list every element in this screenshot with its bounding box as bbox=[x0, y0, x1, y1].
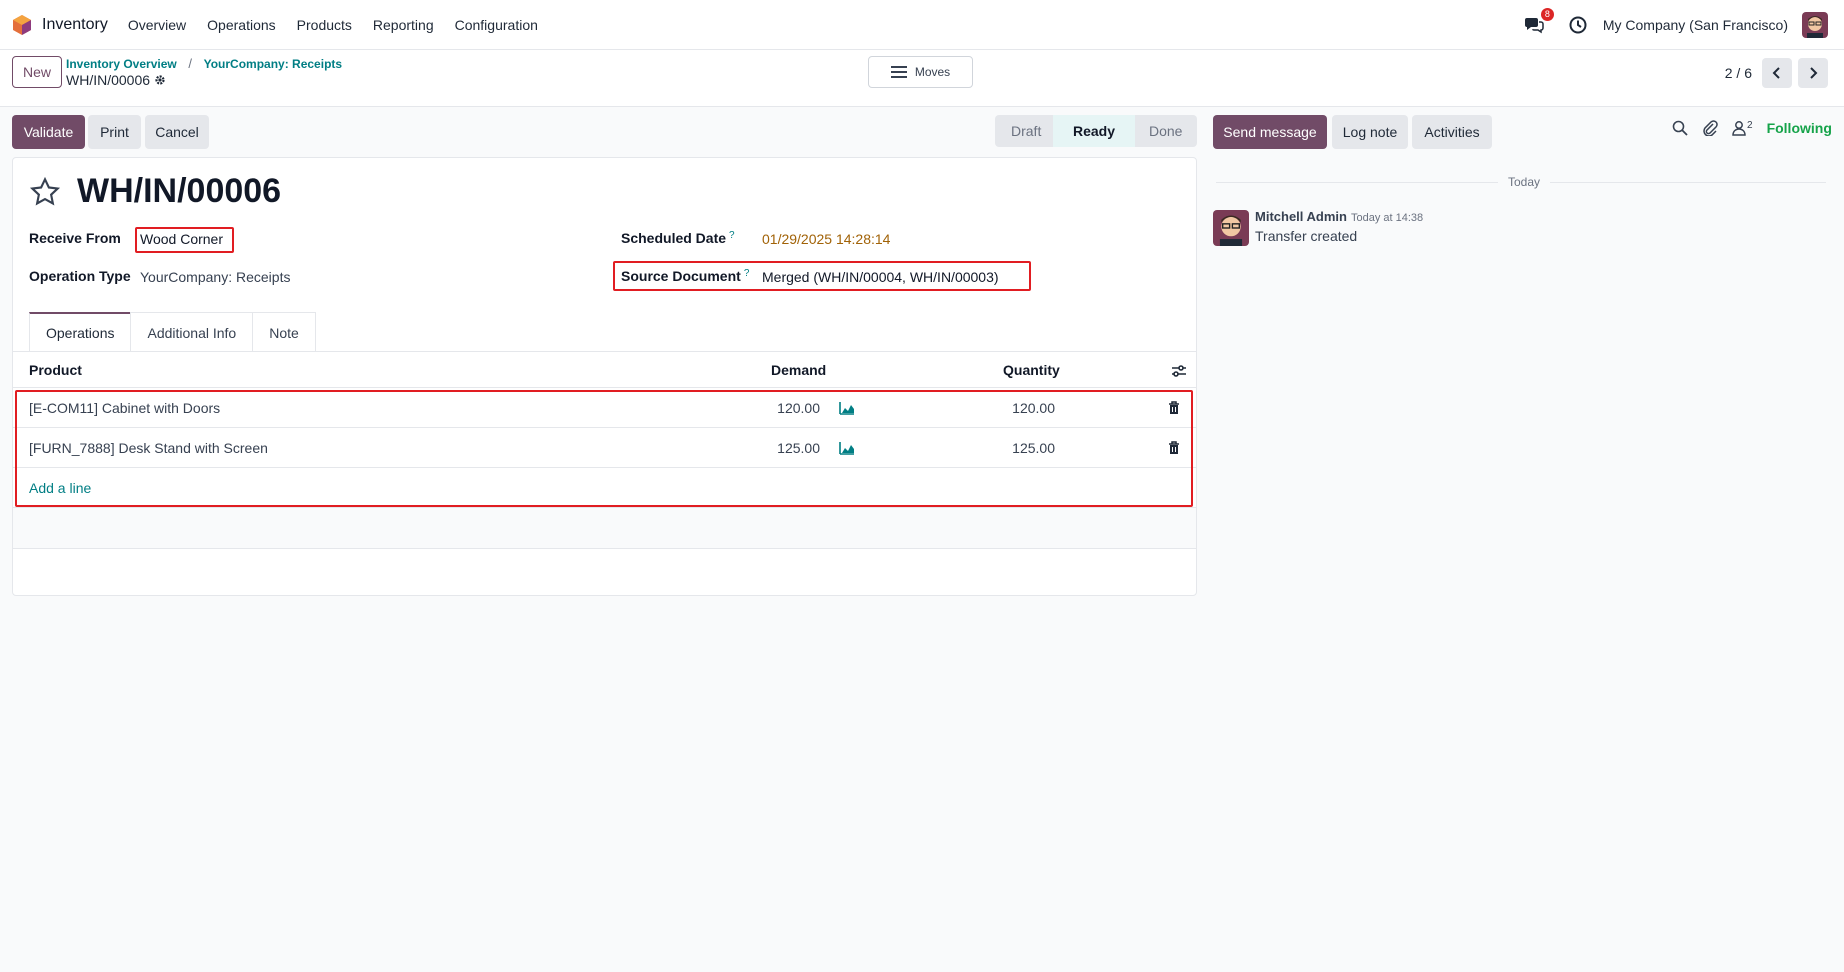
menu-operations[interactable]: Operations bbox=[207, 17, 275, 33]
receive-from-field[interactable]: Wood Corner bbox=[140, 231, 223, 247]
current-record-name: WH/IN/00006 bbox=[66, 72, 151, 88]
app-name[interactable]: Inventory bbox=[42, 16, 108, 34]
table-header: Product Demand Quantity bbox=[13, 352, 1196, 388]
message-author-avatar[interactable] bbox=[1213, 210, 1249, 246]
log-note-button[interactable]: Log note bbox=[1332, 115, 1408, 149]
breadcrumb-separator: / bbox=[188, 56, 192, 71]
activities-button[interactable]: Activities bbox=[1412, 115, 1492, 149]
following-toggle[interactable]: Following bbox=[1767, 120, 1832, 136]
menu-products[interactable]: Products bbox=[297, 17, 352, 33]
message-body: Transfer created bbox=[1255, 228, 1358, 244]
source-document-field[interactable]: Merged (WH/IN/00004, WH/IN/00003) bbox=[762, 269, 999, 285]
receive-from-label: Receive From bbox=[29, 230, 121, 246]
cancel-button[interactable]: Cancel bbox=[145, 115, 209, 149]
table-footer-band bbox=[13, 508, 1196, 548]
form-sheet: WH/IN/00006 Receive From Wood Corner Ope… bbox=[12, 157, 1197, 596]
column-quantity[interactable]: Quantity bbox=[1003, 362, 1060, 378]
record-title: WH/IN/00006 bbox=[77, 172, 282, 210]
pager-previous[interactable] bbox=[1762, 58, 1792, 88]
column-product[interactable]: Product bbox=[29, 362, 82, 378]
pager-value[interactable]: 2 / 6 bbox=[1725, 65, 1752, 81]
clock-icon bbox=[1569, 16, 1587, 34]
source-document-label-text: Source Document bbox=[621, 268, 741, 284]
avatar-image bbox=[1802, 12, 1828, 38]
column-demand[interactable]: Demand bbox=[771, 362, 826, 378]
followers-count: 2 bbox=[1747, 120, 1753, 131]
user-avatar[interactable] bbox=[1802, 12, 1828, 38]
help-icon[interactable]: ? bbox=[744, 268, 750, 279]
highlight-operations-lines bbox=[15, 390, 1193, 507]
status-done[interactable]: Done bbox=[1135, 115, 1197, 147]
tab-additional-info[interactable]: Additional Info bbox=[130, 312, 254, 352]
help-icon[interactable]: ? bbox=[729, 230, 735, 241]
menu-configuration[interactable]: Configuration bbox=[455, 17, 538, 33]
breadcrumb-receipts[interactable]: YourCompany: Receipts bbox=[204, 57, 342, 71]
star-icon[interactable] bbox=[29, 176, 61, 208]
pager-next[interactable] bbox=[1798, 58, 1828, 88]
app-brand[interactable]: Inventory bbox=[12, 14, 128, 36]
list-icon bbox=[890, 66, 907, 78]
moves-smart-button[interactable]: Moves bbox=[868, 56, 973, 88]
scheduled-date-label-text: Scheduled Date bbox=[621, 230, 727, 246]
search-icon[interactable] bbox=[1672, 120, 1688, 136]
message-time: Today at 14:38 bbox=[1350, 212, 1424, 224]
breadcrumb-inventory-overview[interactable]: Inventory Overview bbox=[66, 57, 177, 71]
message-author-name[interactable]: Mitchell Admin bbox=[1255, 209, 1347, 224]
chatter-toolbar: 2 Following bbox=[1672, 120, 1832, 136]
odoo-app-icon bbox=[13, 14, 31, 35]
validate-button[interactable]: Validate bbox=[12, 115, 85, 149]
avatar-image bbox=[1213, 210, 1249, 246]
top-navbar: Inventory Overview Operations Products R… bbox=[0, 0, 1844, 50]
operation-type-label: Operation Type bbox=[29, 268, 131, 284]
messaging-button[interactable]: 8 bbox=[1523, 8, 1554, 36]
messages-badge: 8 bbox=[1540, 8, 1554, 21]
message-author: Mitchell Admin Today at 14:38 bbox=[1255, 209, 1423, 224]
scheduled-date-field[interactable]: 01/29/2025 14:28:14 bbox=[762, 231, 890, 247]
activities-button[interactable] bbox=[1567, 14, 1589, 36]
chevron-left-icon bbox=[1772, 67, 1780, 79]
scheduled-date-label: Scheduled Date? bbox=[621, 230, 735, 246]
gear-icon[interactable] bbox=[154, 74, 166, 86]
status-ready[interactable]: Ready bbox=[1053, 115, 1135, 147]
column-settings-icon[interactable] bbox=[1171, 364, 1187, 378]
notebook-tabs: Operations Additional Info Note bbox=[29, 312, 316, 352]
person-icon bbox=[1732, 121, 1746, 136]
tab-note[interactable]: Note bbox=[252, 312, 316, 352]
control-panel: New Inventory Overview / YourCompany: Re… bbox=[0, 50, 1844, 107]
sheet-divider bbox=[13, 548, 1196, 549]
paperclip-icon[interactable] bbox=[1702, 120, 1718, 136]
status-bar: Draft Ready Done bbox=[995, 115, 1197, 147]
moves-label: Moves bbox=[914, 65, 951, 79]
new-button[interactable]: New bbox=[12, 56, 62, 88]
tab-operations[interactable]: Operations bbox=[29, 312, 132, 352]
breadcrumb-current: WH/IN/00006 bbox=[66, 72, 166, 88]
source-document-label: Source Document? bbox=[621, 268, 749, 284]
chevron-right-icon bbox=[1810, 67, 1818, 79]
menu-reporting[interactable]: Reporting bbox=[373, 17, 434, 33]
status-draft[interactable]: Draft bbox=[995, 115, 1053, 147]
company-switcher[interactable]: My Company (San Francisco) bbox=[1603, 17, 1788, 33]
pager: 2 / 6 bbox=[1725, 58, 1828, 88]
print-button[interactable]: Print bbox=[88, 115, 141, 149]
operation-type-field[interactable]: YourCompany: Receipts bbox=[140, 269, 290, 285]
followers-button[interactable]: 2 bbox=[1732, 120, 1753, 136]
menu-overview[interactable]: Overview bbox=[128, 17, 186, 33]
today-label: Today bbox=[1498, 175, 1551, 189]
breadcrumb: Inventory Overview / YourCompany: Receip… bbox=[66, 56, 342, 88]
chat-bubbles-icon bbox=[1524, 18, 1544, 34]
send-message-button[interactable]: Send message bbox=[1213, 115, 1327, 149]
